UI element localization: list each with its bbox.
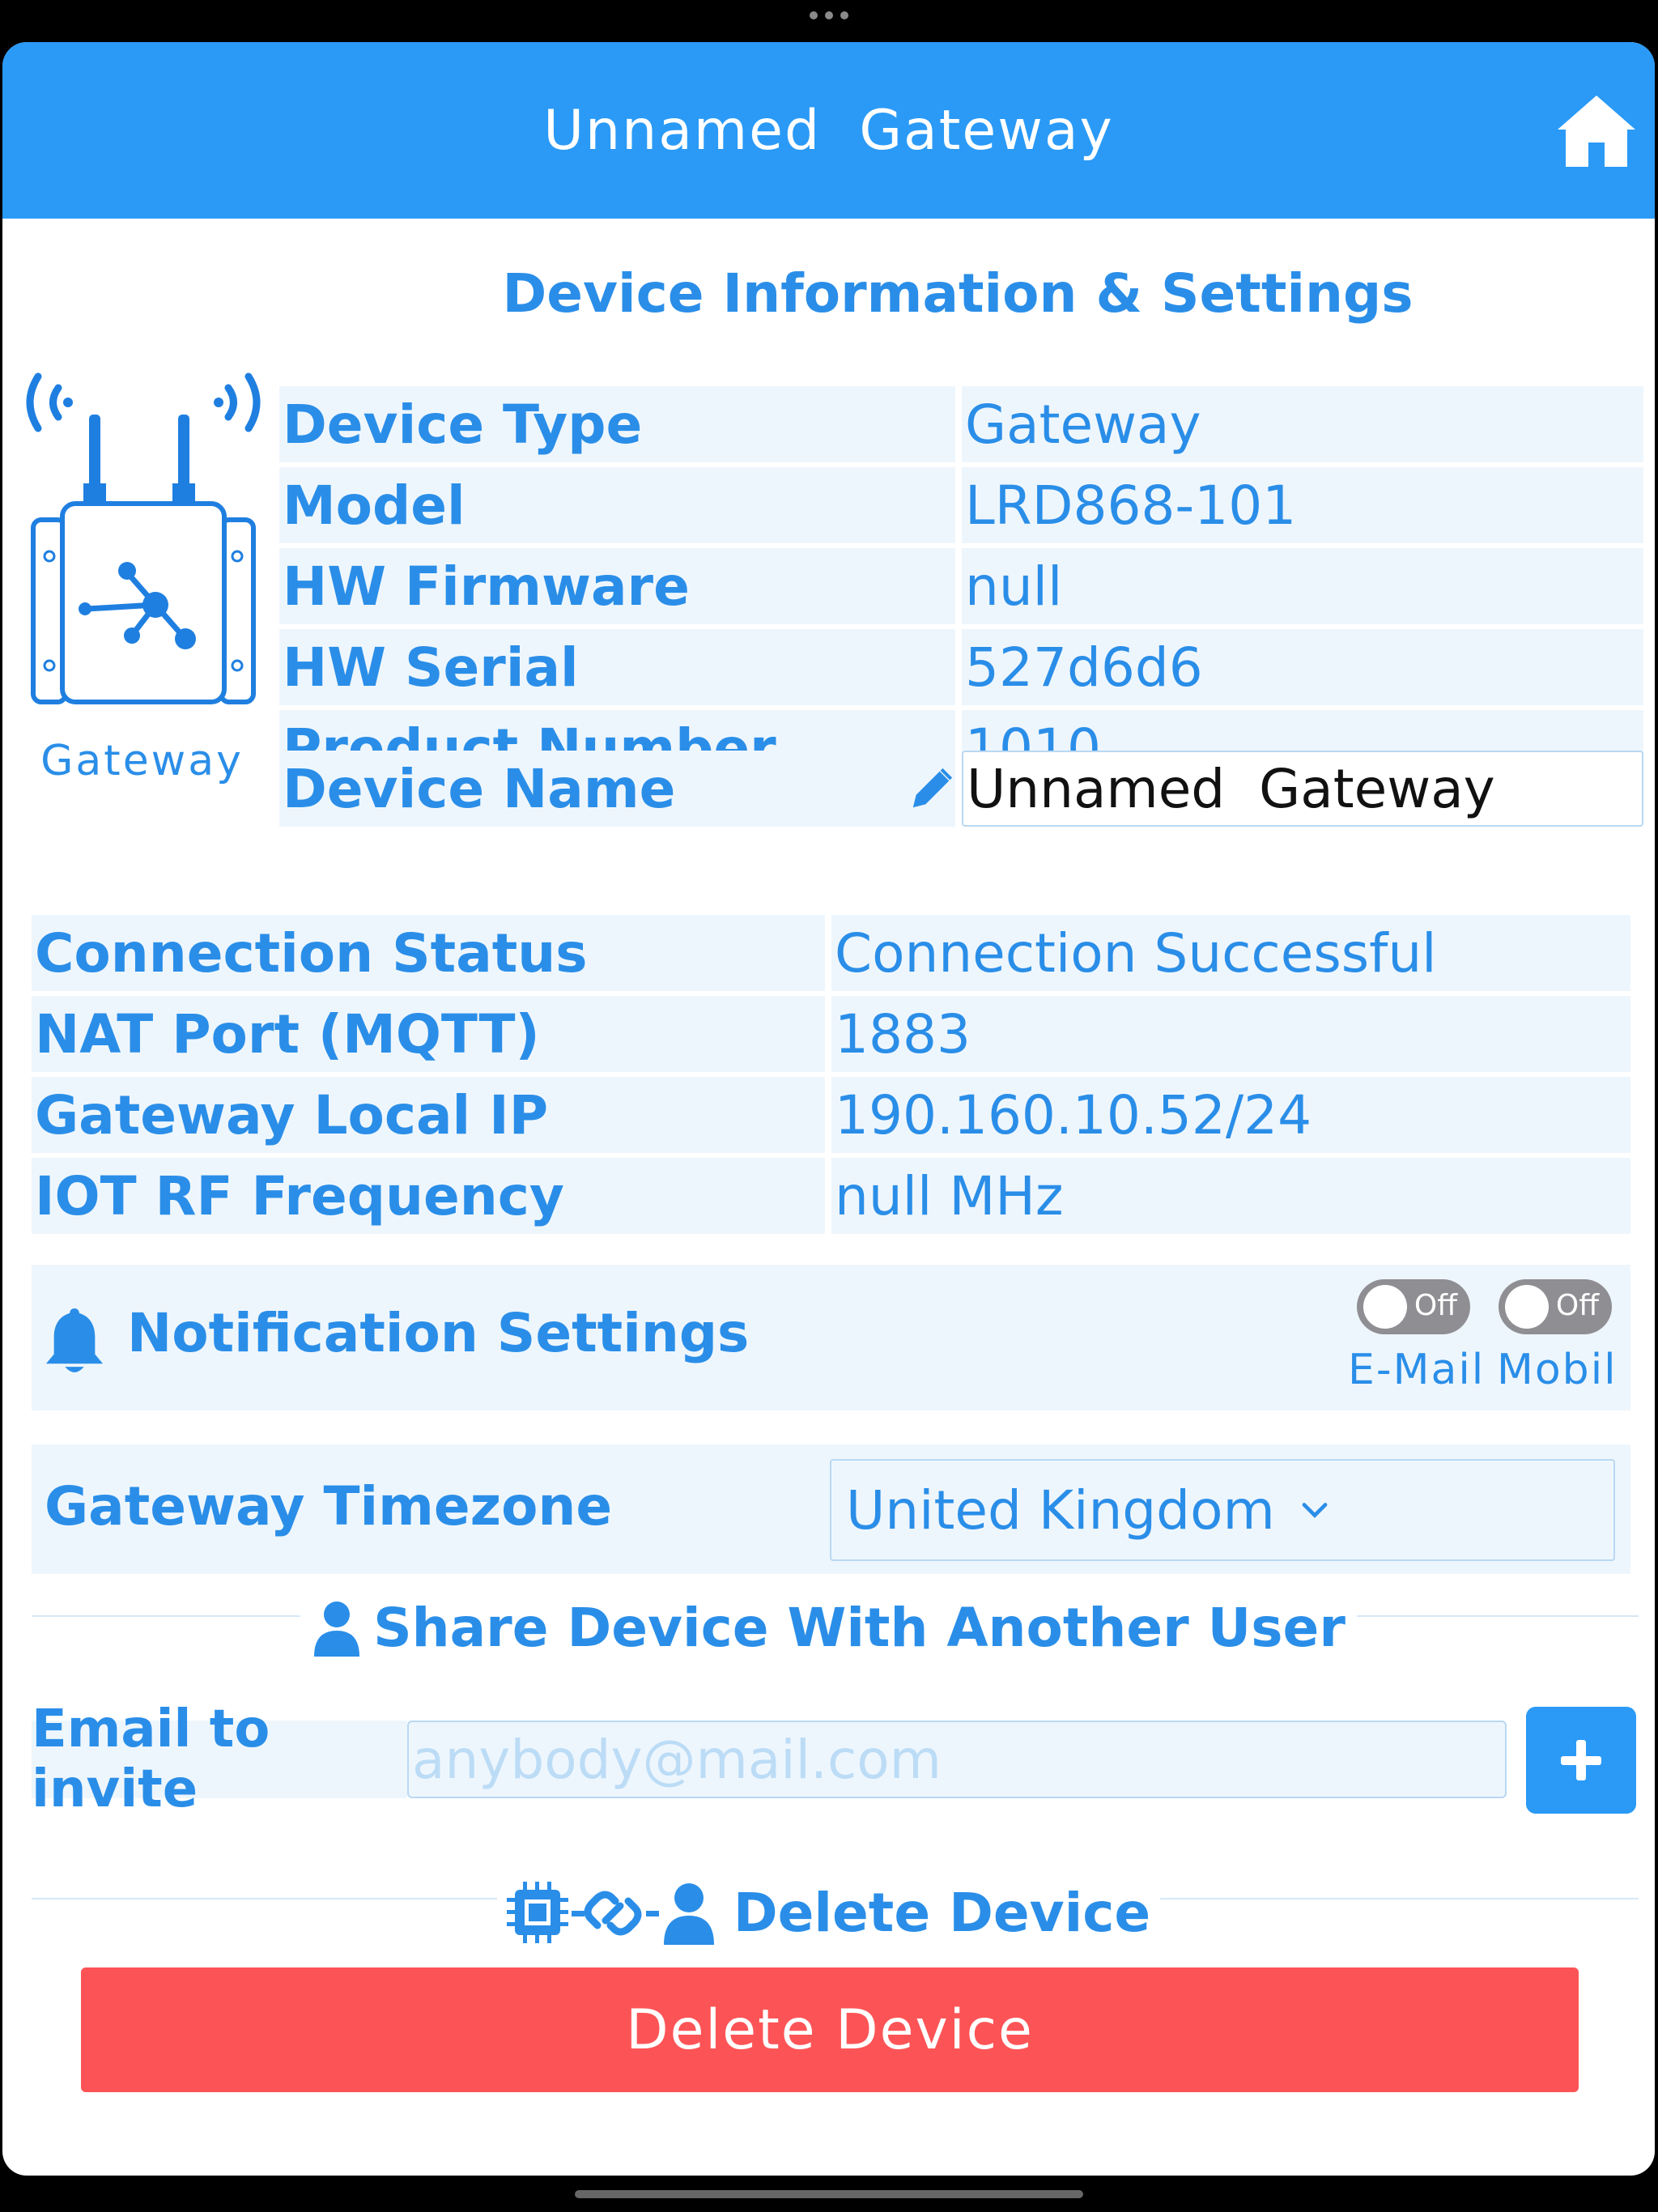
device-info-row: Device Type Gateway (279, 386, 1643, 462)
connection-info-key: Gateway Local IP (35, 1083, 549, 1146)
delete-device-button[interactable]: Delete Device (81, 1967, 1579, 2092)
device-info-row: HW Serial 527d6d6 (279, 629, 1643, 705)
device-info-row: Model LRD868-101 (279, 467, 1643, 543)
connection-info-key: NAT Port (MQTT) (35, 1002, 540, 1066)
device-name-field[interactable]: Unnamed Gateway (962, 751, 1643, 827)
device-info-row: HW Firmware null (279, 548, 1643, 624)
email-placeholder: anybody@mail.com (412, 1728, 942, 1791)
device-info-value: 527d6d6 (965, 636, 1203, 699)
bell-icon (45, 1308, 104, 1372)
add-user-button[interactable] (1526, 1707, 1636, 1814)
toggle-state-label: Off (1555, 1289, 1599, 1322)
toggle-state-label: Off (1414, 1289, 1457, 1322)
toggle-knob (1505, 1285, 1549, 1329)
connection-info-row: NAT Port (MQTT) 1883 (32, 996, 1630, 1072)
device-info-key: HW Firmware (283, 555, 690, 618)
timezone-select[interactable]: United Kingdom (830, 1459, 1615, 1561)
invite-email-input[interactable]: anybody@mail.com (407, 1721, 1507, 1798)
connection-info-row: IOT RF Frequency null MHz (32, 1158, 1630, 1234)
timezone-panel: Gateway Timezone United Kingdom (32, 1444, 1630, 1574)
home-indicator[interactable] (575, 2190, 1083, 2198)
email-label: Email to invite (32, 1699, 270, 1819)
timezone-label: Gateway Timezone (45, 1475, 613, 1538)
notification-settings-title: Notification Settings (127, 1302, 750, 1364)
email-toggle-caption: E-Mail (1348, 1346, 1486, 1394)
share-title: Share Device With Another User (373, 1597, 1346, 1659)
pencil-icon[interactable] (908, 765, 955, 812)
notification-settings-panel: Notification Settings Off Off E-Mail Mob… (32, 1265, 1630, 1410)
user-icon (314, 1601, 360, 1657)
device-info-key: Model (283, 474, 466, 537)
connection-info-key: IOT RF Frequency (35, 1164, 564, 1227)
mobile-toggle-caption: Mobil (1497, 1346, 1618, 1394)
device-info-key: HW Serial (283, 636, 579, 699)
connection-info-key: Connection Status (35, 921, 588, 985)
device-info-value: null (965, 555, 1063, 618)
device-info-value: Gateway (965, 393, 1201, 456)
device-name-row: Device Name Unnamed Gateway (279, 751, 1643, 827)
gateway-icon-label: Gateway (40, 737, 244, 785)
chevron-down-icon (1302, 1503, 1328, 1518)
connection-info-value: Connection Successful (835, 921, 1437, 985)
chip-link-user-icon (506, 1882, 714, 1945)
mobile-notification-toggle[interactable]: Off (1499, 1279, 1612, 1334)
timezone-selected-value: United Kingdom (846, 1478, 1275, 1542)
connection-info-value: null MHz (835, 1164, 1064, 1227)
connection-info-row: Gateway Local IP 190.160.10.52/24 (32, 1077, 1630, 1153)
device-info-title: Device Information & Settings (502, 262, 1414, 325)
connection-info-row: Connection Status Connection Successful (32, 915, 1630, 991)
toggle-knob (1363, 1285, 1407, 1329)
device-sheet: Unnamed Gateway Device Information & Set… (2, 42, 1655, 2176)
home-icon[interactable] (1556, 92, 1637, 170)
connection-info-value: 190.160.10.52/24 (835, 1083, 1312, 1146)
gateway-device-icon (26, 372, 261, 704)
page-title: Unnamed Gateway (543, 98, 1114, 163)
email-label-cell: Email to invite (32, 1699, 407, 1819)
header-bar: Unnamed Gateway (2, 42, 1655, 219)
delete-section-title: Delete Device (733, 1881, 1151, 1944)
delete-section-heading: Delete Device (2, 1880, 1655, 1945)
email-notification-toggle[interactable]: Off (1357, 1279, 1470, 1334)
device-name-key: Device Name (283, 757, 676, 820)
device-info-value: LRD868-101 (965, 474, 1297, 537)
connection-info-value: 1883 (835, 1002, 971, 1066)
multitasking-handle[interactable] (810, 11, 848, 19)
share-section-heading: Share Device With Another User (2, 1597, 1655, 1659)
device-info-key: Device Type (283, 393, 643, 456)
